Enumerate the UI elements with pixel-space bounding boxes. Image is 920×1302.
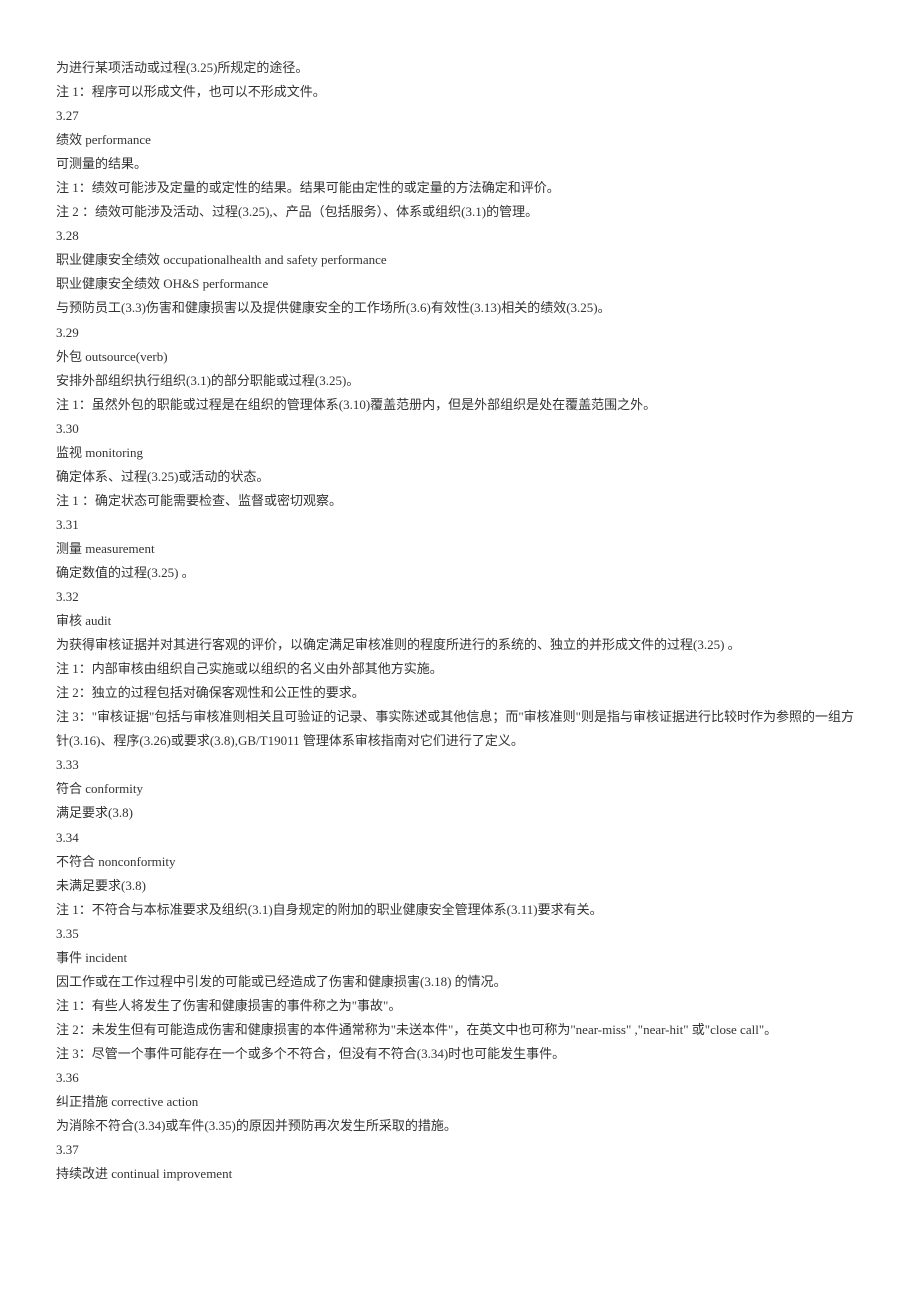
text-line: 3.33	[56, 753, 864, 777]
text-line: 符合 conformity	[56, 777, 864, 801]
text-line: 确定数值的过程(3.25) 。	[56, 561, 864, 585]
text-line: 审核 audit	[56, 609, 864, 633]
text-line: 职业健康安全绩效 occupationalhealth and safety p…	[56, 248, 864, 272]
text-line: 纠正措施 corrective action	[56, 1090, 864, 1114]
text-line: 事件 incident	[56, 946, 864, 970]
text-line: 3.28	[56, 224, 864, 248]
text-line: 3.35	[56, 922, 864, 946]
text-line: 注 2 ：绩效可能涉及活动、过程(3.25),、产品（包括服务）、体系或组织(3…	[56, 200, 864, 224]
text-line: 满足要求(3.8)	[56, 801, 864, 825]
text-line: 3.29	[56, 321, 864, 345]
text-line: 为消除不符合(3.34)或车件(3.35)的原因并预防再次发生所采取的措施。	[56, 1114, 864, 1138]
text-line: 持续改进 continual improvement	[56, 1162, 864, 1186]
text-line: 注 1：有些人将发生了伤害和健康损害的事件称之为"事故"。	[56, 994, 864, 1018]
text-line: 因工作或在工作过程中引发的可能或已经造成了伤害和健康损害(3.18) 的情况。	[56, 970, 864, 994]
text-line: 3.27	[56, 104, 864, 128]
text-line: 注 1：虽然外包的职能或过程是在组织的管理体系(3.10)覆盖范册内，但是外部组…	[56, 393, 864, 417]
text-line: 确定体系、过程(3.25)或活动的状态。	[56, 465, 864, 489]
text-line: 注 1 ：确定状态可能需要检查、监督或密切观察。	[56, 489, 864, 513]
text-line: 为获得审核证据并对其进行客观的评价，以确定满足审核准则的程度所进行的系统的、独立…	[56, 633, 864, 657]
text-line: 外包 outsource(verb)	[56, 345, 864, 369]
text-line: 不符合 nonconformity	[56, 850, 864, 874]
text-line: 测量 measurement	[56, 537, 864, 561]
text-line: 注 3："审核证据"包括与审核准则相关且可验证的记录、事实陈述或其他信息；而"审…	[56, 705, 864, 753]
text-line: 注 1：内部审核由组织自己实施或以组织的名义由外部其他方实施。	[56, 657, 864, 681]
text-line: 3.36	[56, 1066, 864, 1090]
text-line: 3.32	[56, 585, 864, 609]
text-line: 3.34	[56, 826, 864, 850]
text-line: 注 2：未发生但有可能造成伤害和健康损害的本件通常称为"未送本件"，在英文中也可…	[56, 1018, 864, 1042]
text-line: 为进行某项活动或过程(3.25)所规定的途径。	[56, 56, 864, 80]
text-line: 注 1：绩效可能涉及定量的或定性的结果。结果可能由定性的或定量的方法确定和评价。	[56, 176, 864, 200]
text-line: 监视 monitoring	[56, 441, 864, 465]
text-line: 3.31	[56, 513, 864, 537]
text-line: 职业健康安全绩效 OH&S performance	[56, 272, 864, 296]
text-line: 注 1：不符合与本标准要求及组织(3.1)自身规定的附加的职业健康安全管理体系(…	[56, 898, 864, 922]
text-line: 与预防员工(3.3)伤害和健康损害以及提供健康安全的工作场所(3.6)有效性(3…	[56, 296, 864, 320]
text-line: 注 1：程序可以形成文件，也可以不形成文件。	[56, 80, 864, 104]
text-line: 绩效 performance	[56, 128, 864, 152]
text-line: 注 3：尽管一个事件可能存在一个或多个不符合，但没有不符合(3.34)时也可能发…	[56, 1042, 864, 1066]
text-line: 3.30	[56, 417, 864, 441]
document-body: 为进行某项活动或过程(3.25)所规定的途径。 注 1：程序可以形成文件，也可以…	[56, 56, 864, 1186]
text-line: 3.37	[56, 1138, 864, 1162]
text-line: 安排外部组织执行组织(3.1)的部分职能或过程(3.25)。	[56, 369, 864, 393]
text-line: 可测量的结果。	[56, 152, 864, 176]
text-line: 注 2：独立的过程包括对确保客观性和公正性的要求。	[56, 681, 864, 705]
text-line: 未满足要求(3.8)	[56, 874, 864, 898]
